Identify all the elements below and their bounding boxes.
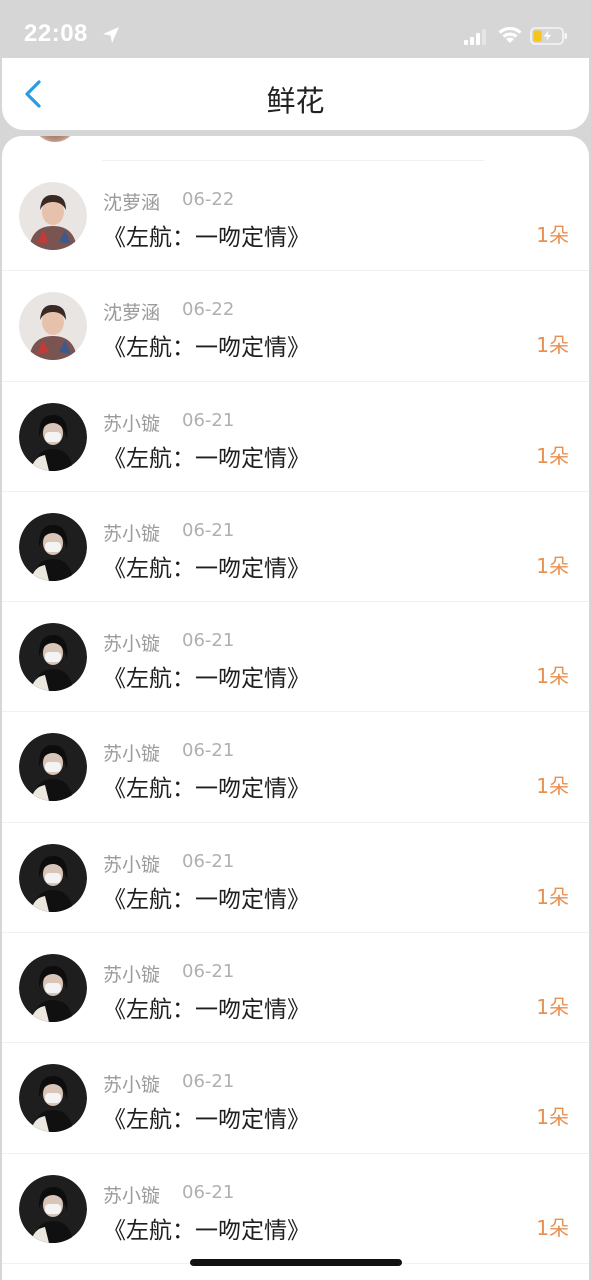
flower-count: 1朵 bbox=[536, 443, 569, 468]
status-bar: 22:08 bbox=[0, 0, 591, 58]
list-item[interactable]: 沈萝涵 06-22 《左航：一吻定情》 1朵 bbox=[2, 161, 589, 272]
flower-count: 1朵 bbox=[536, 1215, 569, 1240]
page-title: 鲜花 bbox=[266, 84, 325, 118]
work-title[interactable]: 《左航：一吻定情》 bbox=[103, 1100, 310, 1134]
sender-name: 苏小镟 bbox=[103, 1074, 161, 1097]
list-item[interactable]: 苏小镟 06-21 《左航：一吻定情》 1朵 bbox=[2, 382, 589, 492]
work-title[interactable]: 《左航：一吻定情》 bbox=[103, 769, 310, 803]
send-date: 06-22 bbox=[182, 189, 235, 210]
work-title[interactable]: 《左航：一吻定情》 bbox=[103, 549, 310, 583]
work-title[interactable]: 《左航：一吻定情》 bbox=[103, 659, 310, 693]
list-item[interactable]: 苏小镟 06-21 《左航：一吻定情》 1朵 bbox=[2, 1154, 589, 1264]
work-title[interactable]: 《左航：一吻定情》 bbox=[103, 218, 310, 252]
send-date: 06-21 bbox=[182, 630, 235, 652]
flower-count: 1朵 bbox=[536, 553, 569, 578]
location-arrow-icon bbox=[103, 27, 119, 43]
status-time: 22:08 bbox=[24, 20, 88, 47]
send-date: 06-21 bbox=[182, 1071, 235, 1093]
avatar[interactable] bbox=[19, 623, 87, 692]
list-item[interactable]: 苏小镟 06-21 《左航：一吻定情》 1朵 bbox=[2, 823, 589, 934]
flower-count: 1朵 bbox=[536, 664, 569, 689]
sender-name: 苏小镟 bbox=[103, 1184, 161, 1207]
flower-count: 1朵 bbox=[536, 333, 569, 358]
sender-name: 苏小镟 bbox=[103, 743, 161, 766]
list-item[interactable]: 苏小镟 06-21 《左航：一吻定情》 1朵 bbox=[2, 712, 589, 823]
signal-icon bbox=[464, 29, 486, 45]
flower-list: 沈萝涵 06-22 《左航：一吻定情》 1朵 沈萝涵 06-22 《左航：一吻定… bbox=[2, 136, 589, 1280]
nav-header: 鲜花 bbox=[2, 58, 589, 130]
work-title[interactable]: 《左航：一吻定情》 bbox=[103, 990, 310, 1024]
avatar[interactable] bbox=[19, 512, 87, 581]
sender-name: 苏小镟 bbox=[103, 853, 161, 876]
avatar[interactable] bbox=[19, 733, 87, 802]
avatar bbox=[32, 136, 78, 142]
send-date: 06-21 bbox=[182, 1181, 235, 1203]
send-date: 06-21 bbox=[182, 850, 235, 872]
sender-name: 苏小镟 bbox=[103, 522, 161, 545]
work-title[interactable]: 《左航：一吻定情》 bbox=[103, 439, 310, 473]
list-item[interactable]: 沈萝涵 06-22 《左航：一吻定情》 1朵 bbox=[2, 271, 589, 382]
avatar[interactable] bbox=[19, 402, 87, 471]
list-item[interactable]: 苏小镟 06-21 《左航：一吻定情》 1朵 bbox=[2, 602, 589, 713]
list-item[interactable]: 苏小镟 06-21 《左航：一吻定情》 1朵 bbox=[2, 933, 589, 1044]
work-title[interactable]: 《左航：一吻定情》 bbox=[103, 328, 310, 362]
sender-name: 苏小镟 bbox=[103, 633, 161, 656]
send-date: 06-21 bbox=[182, 740, 235, 762]
sender-name: 沈萝涵 bbox=[103, 302, 161, 325]
list-item[interactable]: 苏小镟 06-21 《左航：一吻定情》 1朵 bbox=[2, 492, 589, 603]
flower-count: 1朵 bbox=[536, 223, 569, 247]
flower-count: 1朵 bbox=[536, 884, 569, 909]
battery-charging-icon bbox=[530, 27, 567, 45]
wifi-icon bbox=[498, 26, 522, 43]
sender-name: 苏小镟 bbox=[103, 964, 161, 987]
work-title[interactable]: 《左航：一吻定情》 bbox=[103, 880, 310, 914]
flower-count: 1朵 bbox=[536, 995, 569, 1020]
list: 沈萝涵 06-22 《左航：一吻定情》 1朵 沈萝涵 06-22 《左航：一吻定… bbox=[2, 161, 589, 1264]
avatar[interactable] bbox=[19, 182, 87, 250]
avatar[interactable] bbox=[19, 954, 87, 1023]
sender-name: 沈萝涵 bbox=[103, 192, 161, 214]
send-date: 06-22 bbox=[182, 299, 235, 321]
flower-count: 1朵 bbox=[536, 1105, 569, 1130]
work-title[interactable]: 《左航：一吻定情》 bbox=[103, 1211, 310, 1245]
flower-count: 1朵 bbox=[536, 774, 569, 799]
send-date: 06-21 bbox=[182, 519, 235, 541]
send-date: 06-21 bbox=[182, 961, 235, 983]
avatar[interactable] bbox=[19, 292, 87, 361]
list-item[interactable]: 苏小镟 06-21 《左航：一吻定情》 1朵 bbox=[2, 1043, 589, 1154]
send-date: 06-21 bbox=[182, 409, 235, 431]
avatar[interactable] bbox=[19, 1064, 87, 1133]
home-indicator[interactable] bbox=[190, 1259, 402, 1266]
sender-name: 苏小镟 bbox=[103, 412, 161, 435]
screen: 22:08 鲜花 沈萝涵 06-22 《左航：一吻定情》 1朵 沈萝涵 06-2… bbox=[0, 0, 591, 1280]
avatar[interactable] bbox=[19, 843, 87, 912]
avatar[interactable] bbox=[19, 1174, 87, 1243]
